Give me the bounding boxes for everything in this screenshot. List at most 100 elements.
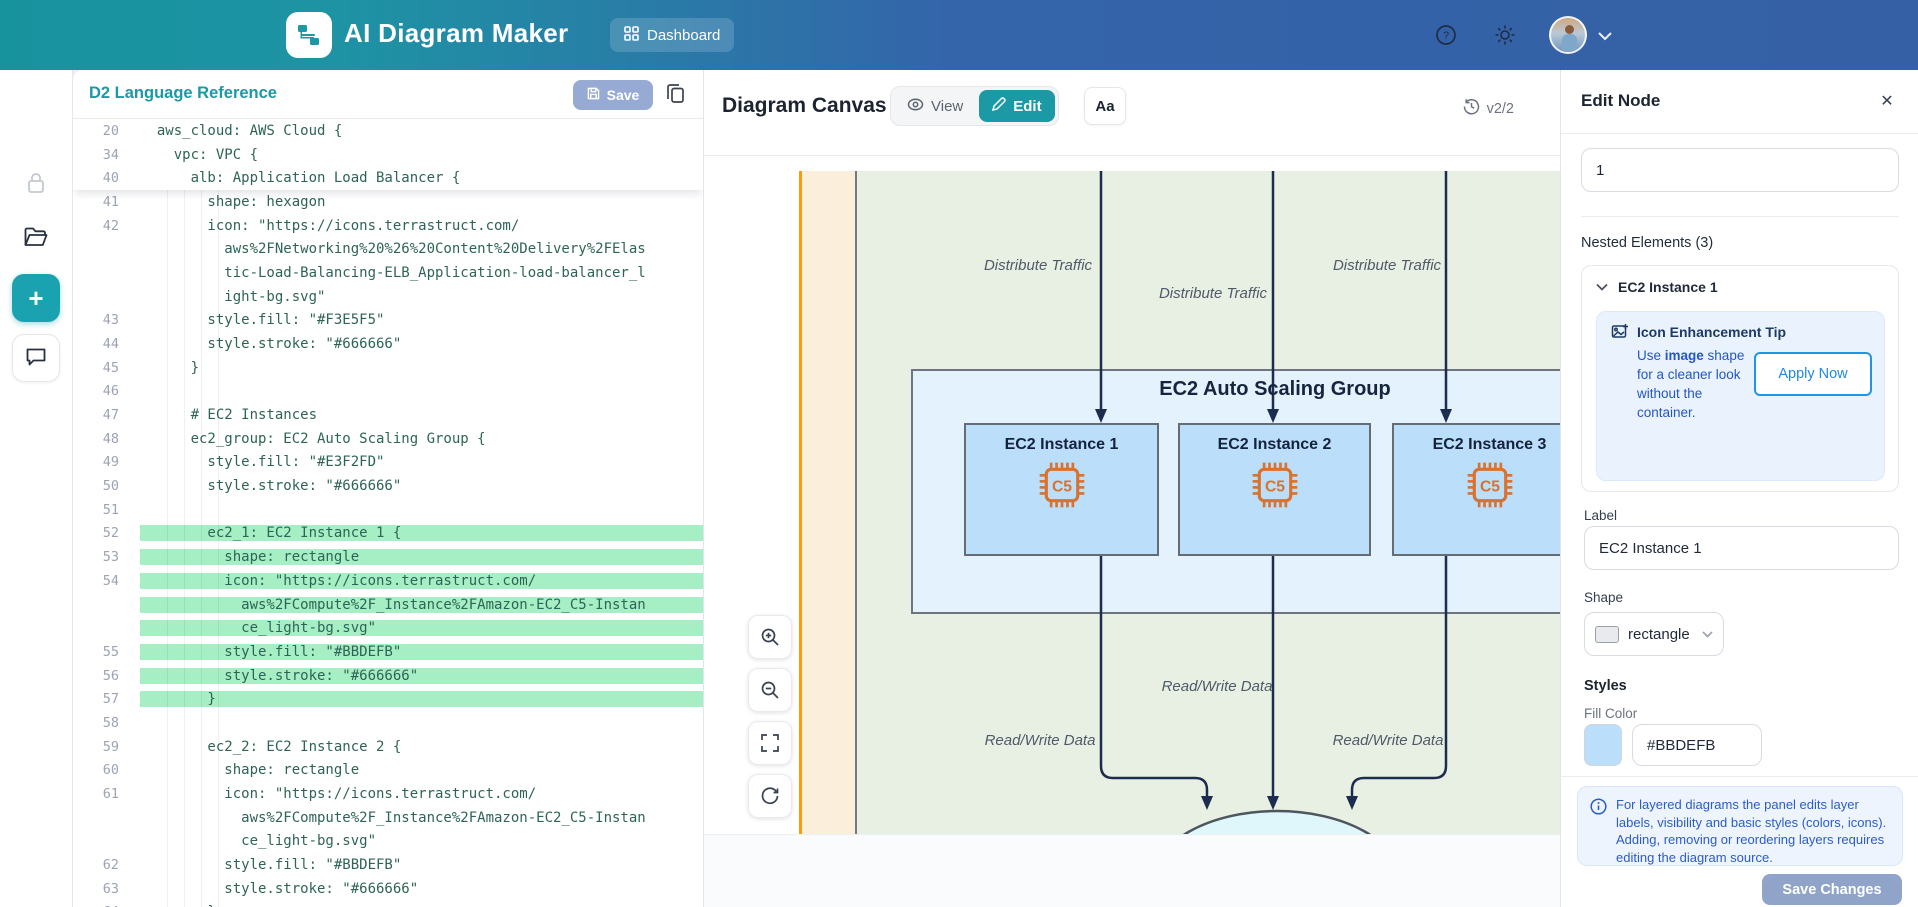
code-line[interactable]: 48 ec2_group: EC2 Auto Scaling Group { bbox=[73, 427, 703, 451]
dashboard-button[interactable]: Dashboard bbox=[610, 18, 734, 52]
code-lines[interactable]: 41 shape: hexagon42 icon: "https://icons… bbox=[73, 190, 703, 907]
save-floppy-icon bbox=[587, 87, 600, 103]
edge-label: Distribute Traffic bbox=[984, 257, 1092, 274]
code-line[interactable]: 58 bbox=[73, 711, 703, 735]
zoom-out-button[interactable] bbox=[748, 668, 792, 712]
zoom-in-button[interactable] bbox=[748, 615, 792, 659]
asg-node-label: EC2 Auto Scaling Group bbox=[1159, 378, 1391, 401]
code-line[interactable]: aws%2FNetworking%20%26%20Content%20Deliv… bbox=[73, 237, 703, 261]
code-line[interactable]: 51 bbox=[73, 498, 703, 522]
shape-value: rectangle bbox=[1628, 626, 1690, 643]
code-line[interactable]: 63 style.stroke: "#666666" bbox=[73, 877, 703, 901]
ec2-instance-2-node[interactable]: EC2 Instance 2 C5 bbox=[1178, 423, 1371, 556]
node-id-input[interactable] bbox=[1581, 148, 1899, 192]
app-header: AI Diagram Maker Dashboard ? bbox=[0, 0, 1918, 70]
chat-button[interactable] bbox=[12, 334, 60, 382]
edge-label: Distribute Traffic bbox=[1159, 285, 1267, 302]
view-tab[interactable]: View bbox=[894, 90, 976, 122]
svg-text:C5: C5 bbox=[1479, 479, 1499, 496]
nested-item-toggle[interactable]: EC2 Instance 1 bbox=[1596, 278, 1718, 296]
nested-item-label: EC2 Instance 1 bbox=[1618, 279, 1718, 295]
tip-title: Icon Enhancement Tip bbox=[1637, 324, 1786, 340]
code-line[interactable]: 54 icon: "https://icons.terrastruct.com/ bbox=[73, 569, 703, 593]
theme-sun-icon[interactable] bbox=[1493, 23, 1517, 47]
version-history[interactable]: v2/2 bbox=[1463, 98, 1514, 119]
close-icon[interactable]: ✕ bbox=[1874, 88, 1900, 114]
code-line[interactable]: ce_light-bg.svg" bbox=[73, 830, 703, 854]
code-line[interactable]: 53 shape: rectangle bbox=[73, 545, 703, 569]
fit-screen-button[interactable] bbox=[748, 721, 792, 765]
code-line[interactable]: aws%2FCompute%2F_Instance%2FAmazon-EC2_C… bbox=[73, 593, 703, 617]
code-line[interactable]: aws%2FCompute%2F_Instance%2FAmazon-EC2_C… bbox=[73, 806, 703, 830]
copy-icon[interactable] bbox=[663, 83, 687, 107]
shape-field-label: Shape bbox=[1584, 590, 1623, 605]
code-line[interactable]: 64 } bbox=[73, 901, 703, 907]
nested-elements-heading: Nested Elements (3) bbox=[1581, 235, 1713, 251]
code-line[interactable]: 59 ec2_2: EC2 Instance 2 { bbox=[73, 735, 703, 759]
save-changes-button[interactable]: Save Changes bbox=[1762, 874, 1902, 905]
edit-tab[interactable]: Edit bbox=[979, 90, 1054, 122]
code-line[interactable]: 34 vpc: VPC { bbox=[73, 143, 703, 167]
dashboard-label: Dashboard bbox=[647, 27, 720, 44]
code-line[interactable]: 60 shape: rectangle bbox=[73, 759, 703, 783]
dashboard-grid-icon bbox=[624, 26, 639, 45]
code-line[interactable]: 45 } bbox=[73, 356, 703, 380]
ec2-instance-3-node[interactable]: EC2 Instance 3 C5 bbox=[1392, 423, 1560, 556]
code-line[interactable]: tic-Load-Balancing-ELB_Application-load-… bbox=[73, 261, 703, 285]
rectangle-shape-icon bbox=[1595, 626, 1619, 643]
cpu-chip-icon: C5 bbox=[1180, 456, 1369, 519]
fill-color-swatch[interactable] bbox=[1584, 724, 1622, 766]
ec2-instance-1-node[interactable]: EC2 Instance 1 C5 bbox=[964, 423, 1159, 556]
label-input[interactable] bbox=[1584, 526, 1899, 570]
svg-text:C5: C5 bbox=[1051, 479, 1071, 496]
shape-select[interactable]: rectangle bbox=[1584, 612, 1724, 656]
code-line[interactable]: ce_light-bg.svg" bbox=[73, 616, 703, 640]
left-sidebar: + bbox=[0, 70, 73, 907]
code-line[interactable]: 44 style.stroke: "#666666" bbox=[73, 332, 703, 356]
code-line[interactable]: 55 style.fill: "#BBDEFB" bbox=[73, 640, 703, 664]
code-line[interactable]: 41 shape: hexagon bbox=[73, 190, 703, 214]
save-label: Save bbox=[607, 87, 640, 103]
chat-bubble-icon bbox=[25, 347, 47, 370]
panel-title: Edit Node bbox=[1581, 91, 1660, 111]
code-line[interactable]: 61 icon: "https://icons.terrastruct.com/ bbox=[73, 782, 703, 806]
code-line[interactable]: 62 style.fill: "#BBDEFB" bbox=[73, 853, 703, 877]
code-line[interactable]: 43 style.fill: "#F3E5F5" bbox=[73, 308, 703, 332]
diagram-viewport[interactable]: EC2 Instance 1 C5 EC2 Instance 2 C5 EC2 … bbox=[704, 156, 1560, 834]
chevron-down-icon bbox=[1702, 625, 1713, 643]
add-button[interactable]: + bbox=[12, 274, 60, 322]
folder-open-icon[interactable] bbox=[23, 225, 49, 254]
styles-heading: Styles bbox=[1584, 678, 1627, 694]
code-line[interactable]: 46 bbox=[73, 380, 703, 404]
code-line[interactable]: 50 style.stroke: "#666666" bbox=[73, 474, 703, 498]
code-line[interactable]: 52 ec2_1: EC2 Instance 1 { bbox=[73, 522, 703, 546]
fill-color-input[interactable] bbox=[1632, 724, 1762, 766]
code-line[interactable]: 57 } bbox=[73, 687, 703, 711]
view-edit-toggle: View Edit bbox=[890, 86, 1059, 126]
code-line[interactable]: 47 # EC2 Instances bbox=[73, 403, 703, 427]
code-line[interactable]: 20 aws_cloud: AWS Cloud { bbox=[73, 119, 703, 143]
divider bbox=[1561, 133, 1918, 134]
editor-title: D2 Language Reference bbox=[89, 84, 277, 103]
node-label: EC2 Instance 1 bbox=[966, 436, 1157, 454]
icon-enhancement-tip: Icon Enhancement Tip Use image shape for… bbox=[1596, 311, 1885, 481]
label-field-label: Label bbox=[1584, 508, 1617, 523]
version-label: v2/2 bbox=[1487, 101, 1514, 117]
code-line[interactable]: ight-bg.svg" bbox=[73, 285, 703, 309]
code-line[interactable]: 56 style.stroke: "#666666" bbox=[73, 664, 703, 688]
lock-icon[interactable] bbox=[25, 171, 47, 200]
pencil-icon bbox=[992, 97, 1006, 115]
user-avatar[interactable] bbox=[1549, 16, 1587, 54]
apply-now-button[interactable]: Apply Now bbox=[1754, 352, 1872, 396]
code-line[interactable]: 49 style.fill: "#E3F2FD" bbox=[73, 451, 703, 475]
svg-text:C5: C5 bbox=[1264, 479, 1284, 496]
font-style-button[interactable]: Aa bbox=[1084, 87, 1126, 125]
code-line[interactable]: 42 icon: "https://icons.terrastruct.com/ bbox=[73, 214, 703, 238]
help-icon[interactable]: ? bbox=[1434, 23, 1458, 47]
save-button[interactable]: Save bbox=[573, 80, 653, 110]
code-line[interactable]: 40 alb: Application Load Balancer { bbox=[73, 166, 703, 190]
reset-view-button[interactable] bbox=[748, 774, 792, 818]
user-menu-chevron-down-icon[interactable] bbox=[1598, 28, 1622, 52]
history-icon bbox=[1463, 98, 1480, 119]
divider bbox=[1561, 776, 1918, 777]
